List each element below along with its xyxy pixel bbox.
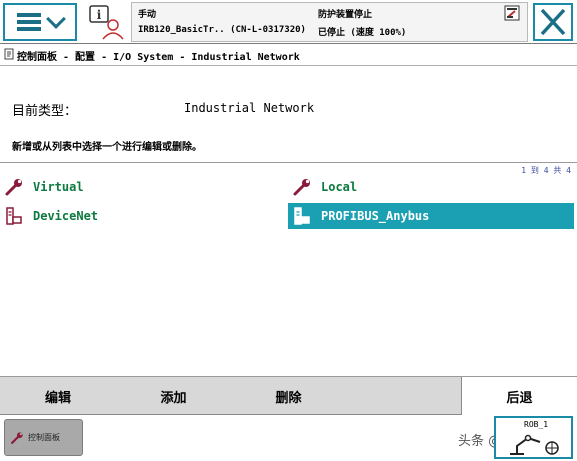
instruction-text: 新增或从列表中选择一个进行编辑或删除。	[12, 142, 202, 153]
command-bar: 编辑 添加 删除 后退	[0, 377, 577, 415]
list-item-virtual[interactable]: Virtual	[0, 174, 285, 200]
list-item-profibus-anybus[interactable]: PROFIBUS_Anybus	[288, 203, 574, 229]
hot-edit-icon[interactable]	[504, 5, 520, 21]
current-type-value: Industrial Network	[184, 101, 315, 115]
edit-button[interactable]: 编辑	[0, 377, 116, 415]
control-panel-icon	[4, 48, 14, 60]
taskbar-control-panel[interactable]: 控制面板	[4, 419, 83, 456]
list-item-label: DeviceNet	[33, 209, 99, 223]
operator-info-icon[interactable]: i	[87, 3, 127, 41]
status-info-panel[interactable]: 手动 IRB120_BasicTr.. (CN-L-0317320) 防护装置停…	[131, 2, 528, 42]
wrench-icon	[5, 179, 22, 196]
quickset-robot-button[interactable]: ROB_1	[494, 416, 573, 459]
status-bar: i 手动 IRB120_BasicTr.. (CN-L-0317320) 防护装…	[0, 0, 577, 44]
close-button[interactable]	[533, 3, 573, 41]
list-item-label: PROFIBUS_Anybus	[321, 209, 430, 223]
breadcrumb: 控制面板 - 配置 - I/O System - Industrial Netw…	[0, 44, 577, 66]
list-item-label: Local	[321, 180, 358, 194]
list-item-label: Virtual	[33, 180, 84, 194]
system-name: IRB120_BasicTr.. (CN-L-0317320)	[138, 25, 306, 35]
program-state: 已停止 (速度 100%)	[318, 28, 407, 38]
taskbar-control-panel-label: 控制面板	[28, 433, 60, 442]
wrench-icon	[293, 179, 310, 196]
chevron-down-icon	[46, 9, 66, 29]
network-device-icon	[6, 207, 22, 225]
delete-button[interactable]: 删除	[231, 377, 346, 415]
add-button[interactable]: 添加	[116, 377, 231, 415]
list-item-local[interactable]: Local	[288, 174, 574, 200]
svg-text:i: i	[97, 8, 102, 22]
hamburger-icon	[17, 13, 41, 31]
back-button[interactable]: 后退	[461, 377, 577, 415]
empty-command-slot	[346, 377, 461, 415]
list-item-devicenet[interactable]: DeviceNet	[0, 203, 285, 229]
safety-state: 防护装置停止	[318, 10, 373, 20]
operating-mode: 手动	[138, 10, 157, 20]
network-device-icon	[294, 207, 310, 225]
breadcrumb-text: 控制面板 - 配置 - I/O System - Industrial Netw…	[17, 52, 300, 63]
robot-arm-icon	[510, 434, 559, 455]
wrench-icon	[11, 431, 23, 444]
instance-list: 1 到 4 共 4 Virtual Local DeviceNet PROFIB…	[0, 162, 577, 377]
main-menu-button[interactable]	[3, 3, 77, 41]
robot-unit-label: ROB_1	[524, 420, 549, 429]
current-type-label: 目前类型：	[12, 104, 78, 119]
close-icon	[540, 8, 566, 36]
